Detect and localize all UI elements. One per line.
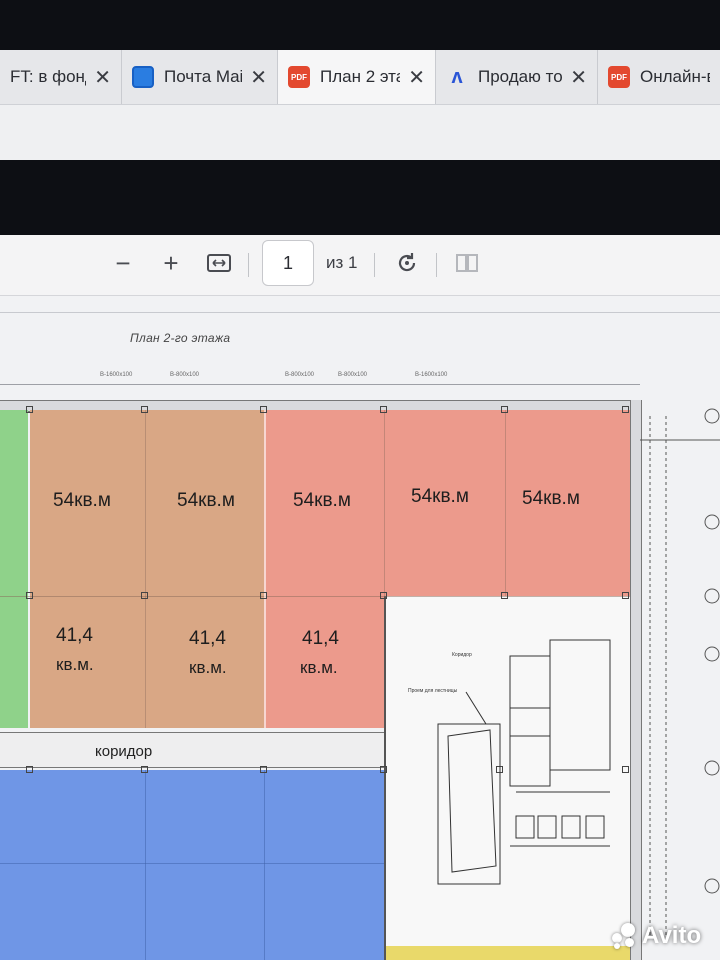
column-marker <box>141 592 148 599</box>
corridor-note: Коридор <box>452 652 472 658</box>
zoom-out-button[interactable]: − <box>108 243 138 283</box>
room-unit-label: кв.м. <box>56 655 94 674</box>
grid-line <box>145 410 146 728</box>
grid-line <box>384 410 385 596</box>
close-icon[interactable]: ✕ <box>570 65 587 90</box>
dimension-label: В-800х100 <box>170 372 200 378</box>
room-block-blue <box>0 770 384 960</box>
close-icon[interactable]: ✕ <box>408 65 425 90</box>
column-marker <box>260 406 267 413</box>
room-area-label: 54кв.м <box>411 486 469 507</box>
screen-gap <box>0 160 720 235</box>
separator <box>374 253 375 277</box>
page-total: из 1 <box>326 253 358 272</box>
pdf-toolbar: − + 1 из 1 <box>0 235 720 296</box>
tab-title: План 2 эта <box>320 67 401 86</box>
rotate-button[interactable] <box>392 243 422 283</box>
avito-logo-icon <box>612 923 638 949</box>
column-marker <box>26 766 33 773</box>
column-marker <box>141 766 148 773</box>
column-marker <box>141 406 148 413</box>
room-area-label: 41,4 <box>302 628 339 649</box>
pdf-icon: PDF <box>288 66 310 88</box>
tab-ft[interactable]: FT: в фонд ✕ <box>0 50 122 104</box>
zoom-in-button[interactable]: + <box>156 243 186 283</box>
column-marker <box>260 592 267 599</box>
tab-online[interactable]: PDF Онлайн-вы <box>598 50 720 104</box>
browser-tab-strip: FT: в фонд ✕ Почта Mail ✕ PDF План 2 эта… <box>0 50 720 105</box>
grid-line <box>264 770 265 960</box>
column-marker <box>501 406 508 413</box>
room-green <box>0 410 28 728</box>
room-area-label: 41,4 <box>189 628 226 649</box>
tab-plan[interactable]: PDF План 2 эта ✕ <box>278 50 436 104</box>
page-number-input[interactable]: 1 <box>262 240 314 286</box>
service-area-drawing: Коридор Проем для лестницы <box>408 639 611 885</box>
grid-line <box>145 770 146 960</box>
two-page-icon <box>456 254 478 272</box>
tab-title: Почта Mail <box>164 67 243 86</box>
tab-avito-ad[interactable]: ʌ Продаю то ✕ <box>436 50 598 104</box>
tab-title: FT: в фонд <box>10 67 86 86</box>
avito-wordmark: Avito <box>642 922 702 949</box>
close-icon[interactable]: ✕ <box>250 65 267 90</box>
yellow-strip <box>386 946 630 960</box>
grid-line <box>0 863 384 864</box>
column-marker <box>380 406 387 413</box>
page-edge <box>0 312 720 313</box>
axis-markers <box>640 408 720 936</box>
column-marker <box>26 592 33 599</box>
corridor-label: коридор <box>95 743 153 760</box>
room-area-label: 54кв.м <box>53 490 111 511</box>
address-bar-area <box>0 105 720 160</box>
dimension-label: В-800х100 <box>285 372 315 378</box>
dimension-label: В-800х100 <box>338 372 368 378</box>
pdf-icon: PDF <box>608 66 630 88</box>
dimension-line <box>0 384 640 385</box>
rotate-icon <box>398 253 416 272</box>
avito-icon: ʌ <box>451 65 463 88</box>
stair-opening-note: Проем для лестницы <box>408 688 458 694</box>
column-marker <box>26 406 33 413</box>
corridor <box>0 732 384 768</box>
room-area-label: 54кв.м <box>293 490 351 511</box>
close-icon[interactable]: ✕ <box>94 65 111 90</box>
column-marker <box>260 766 267 773</box>
grid-line <box>505 410 506 596</box>
mail-icon <box>132 66 154 88</box>
fit-width-icon <box>207 254 231 272</box>
room-area-label: 54кв.м <box>177 490 235 511</box>
room-block-brown <box>30 410 264 728</box>
tab-title: Онлайн-вы <box>640 67 710 86</box>
fit-width-button[interactable] <box>204 243 234 283</box>
two-page-view-button[interactable] <box>452 243 482 283</box>
dimension-label: В-1600х100 <box>100 372 133 378</box>
tab-title: Продаю то <box>478 67 563 86</box>
room-unit-label: кв.м. <box>189 658 227 677</box>
plan-title: План 2-го этажа <box>130 331 231 345</box>
separator <box>248 253 249 277</box>
partition <box>264 410 266 728</box>
room-area-label: 54кв.м <box>522 488 580 509</box>
room-area-label: 41,4 <box>56 625 93 646</box>
column-marker <box>622 406 629 413</box>
dimension-label: В-1600х100 <box>415 372 448 378</box>
separator <box>436 253 437 277</box>
tab-mail[interactable]: Почта Mail ✕ <box>122 50 278 104</box>
avito-watermark: Avito <box>612 922 701 950</box>
pdf-document-canvas[interactable]: План 2-го этажа В-1600х100 В-800х100 В-8… <box>0 296 720 960</box>
room-unit-label: кв.м. <box>300 658 338 677</box>
